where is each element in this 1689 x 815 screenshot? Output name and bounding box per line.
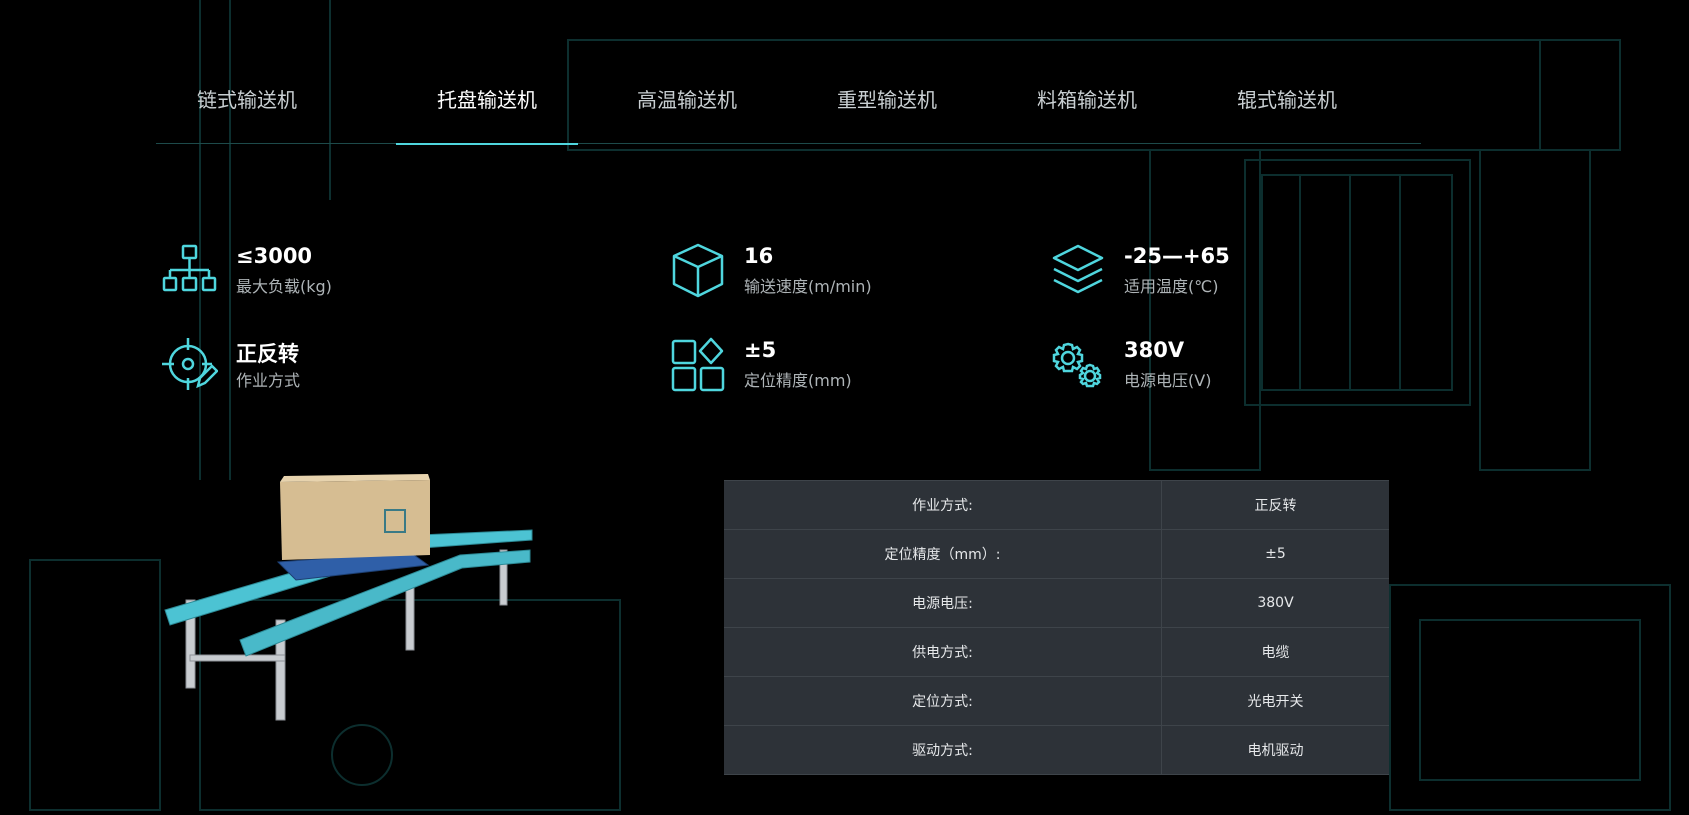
pallet-conveyor-image: [164, 474, 533, 721]
layers-icon: [1052, 244, 1104, 294]
table-row: 定位精度（mm）: ±5: [724, 529, 1389, 579]
spec-value: ≤3000: [236, 244, 313, 268]
spec-value: 16: [744, 244, 774, 268]
table-row: 电源电压: 380V: [724, 578, 1389, 628]
parameter-table: 作业方式: 正反转 定位精度（mm）: ±5 电源电压: 380V 供电方式: …: [724, 480, 1389, 775]
param-key: 电源电压:: [724, 578, 1162, 628]
spec-label: 定位精度(mm): [744, 371, 852, 390]
table-row: 驱动方式: 电机驱动: [724, 725, 1389, 775]
tab-bin-conveyor[interactable]: 料箱输送机: [996, 78, 1178, 144]
spec-label: 电源电压(V): [1124, 371, 1212, 390]
grid-diamond-icon: [671, 337, 725, 392]
target-pencil-icon: [162, 338, 218, 390]
spec-temperature: -25—+65 适用温度(℃): [1050, 238, 1380, 302]
table-row: 作业方式: 正反转: [724, 480, 1389, 530]
table-row: 定位方式: 光电开关: [724, 676, 1389, 726]
spec-power-voltage: 380V 电源电压(V): [1050, 332, 1380, 396]
tab-high-temp-conveyor[interactable]: 高温输送机: [596, 78, 778, 144]
param-value: ±5: [1161, 529, 1389, 579]
spec-max-load: ≤3000 最大负载(kg): [162, 238, 482, 302]
tab-roller-conveyor[interactable]: 辊式输送机: [1196, 78, 1378, 144]
spec-label: 作业方式: [236, 371, 301, 390]
spec-label: 适用温度(℃): [1124, 277, 1219, 296]
param-key: 驱动方式:: [724, 725, 1162, 775]
hierarchy-icon: [162, 244, 217, 292]
product-tabs: 链式输送机 托盘输送机 高温输送机 重型输送机 料箱输送机 辊式输送机: [156, 78, 1421, 145]
param-key: 定位方式:: [724, 676, 1162, 726]
param-value: 电缆: [1161, 627, 1389, 677]
param-key: 作业方式:: [724, 480, 1162, 530]
spec-operation-mode: 正反转 作业方式: [162, 332, 482, 396]
tab-pallet-conveyor[interactable]: 托盘输送机: [396, 78, 578, 145]
tab-heavy-conveyor[interactable]: 重型输送机: [796, 78, 978, 144]
spec-value: ±5: [744, 338, 777, 362]
spec-value: -25—+65: [1124, 244, 1230, 268]
gears-icon: [1052, 342, 1102, 388]
param-value: 正反转: [1161, 480, 1389, 530]
cube-icon: [672, 243, 724, 298]
spec-label: 输送速度(m/min): [744, 277, 872, 296]
param-value: 电机驱动: [1161, 725, 1389, 775]
spec-speed: 16 输送速度(m/min): [670, 238, 990, 302]
param-key: 定位精度（mm）:: [724, 529, 1162, 579]
spec-value: 正反转: [236, 342, 299, 366]
table-row: 供电方式: 电缆: [724, 627, 1389, 677]
param-value: 380V: [1161, 578, 1389, 628]
spec-value: 380V: [1124, 338, 1185, 362]
spec-positioning-accuracy: ±5 定位精度(mm): [670, 332, 990, 396]
spec-label: 最大负载(kg): [236, 277, 332, 296]
param-value: 光电开关: [1161, 676, 1389, 726]
param-key: 供电方式:: [724, 627, 1162, 677]
tab-chain-conveyor[interactable]: 链式输送机: [156, 78, 338, 144]
